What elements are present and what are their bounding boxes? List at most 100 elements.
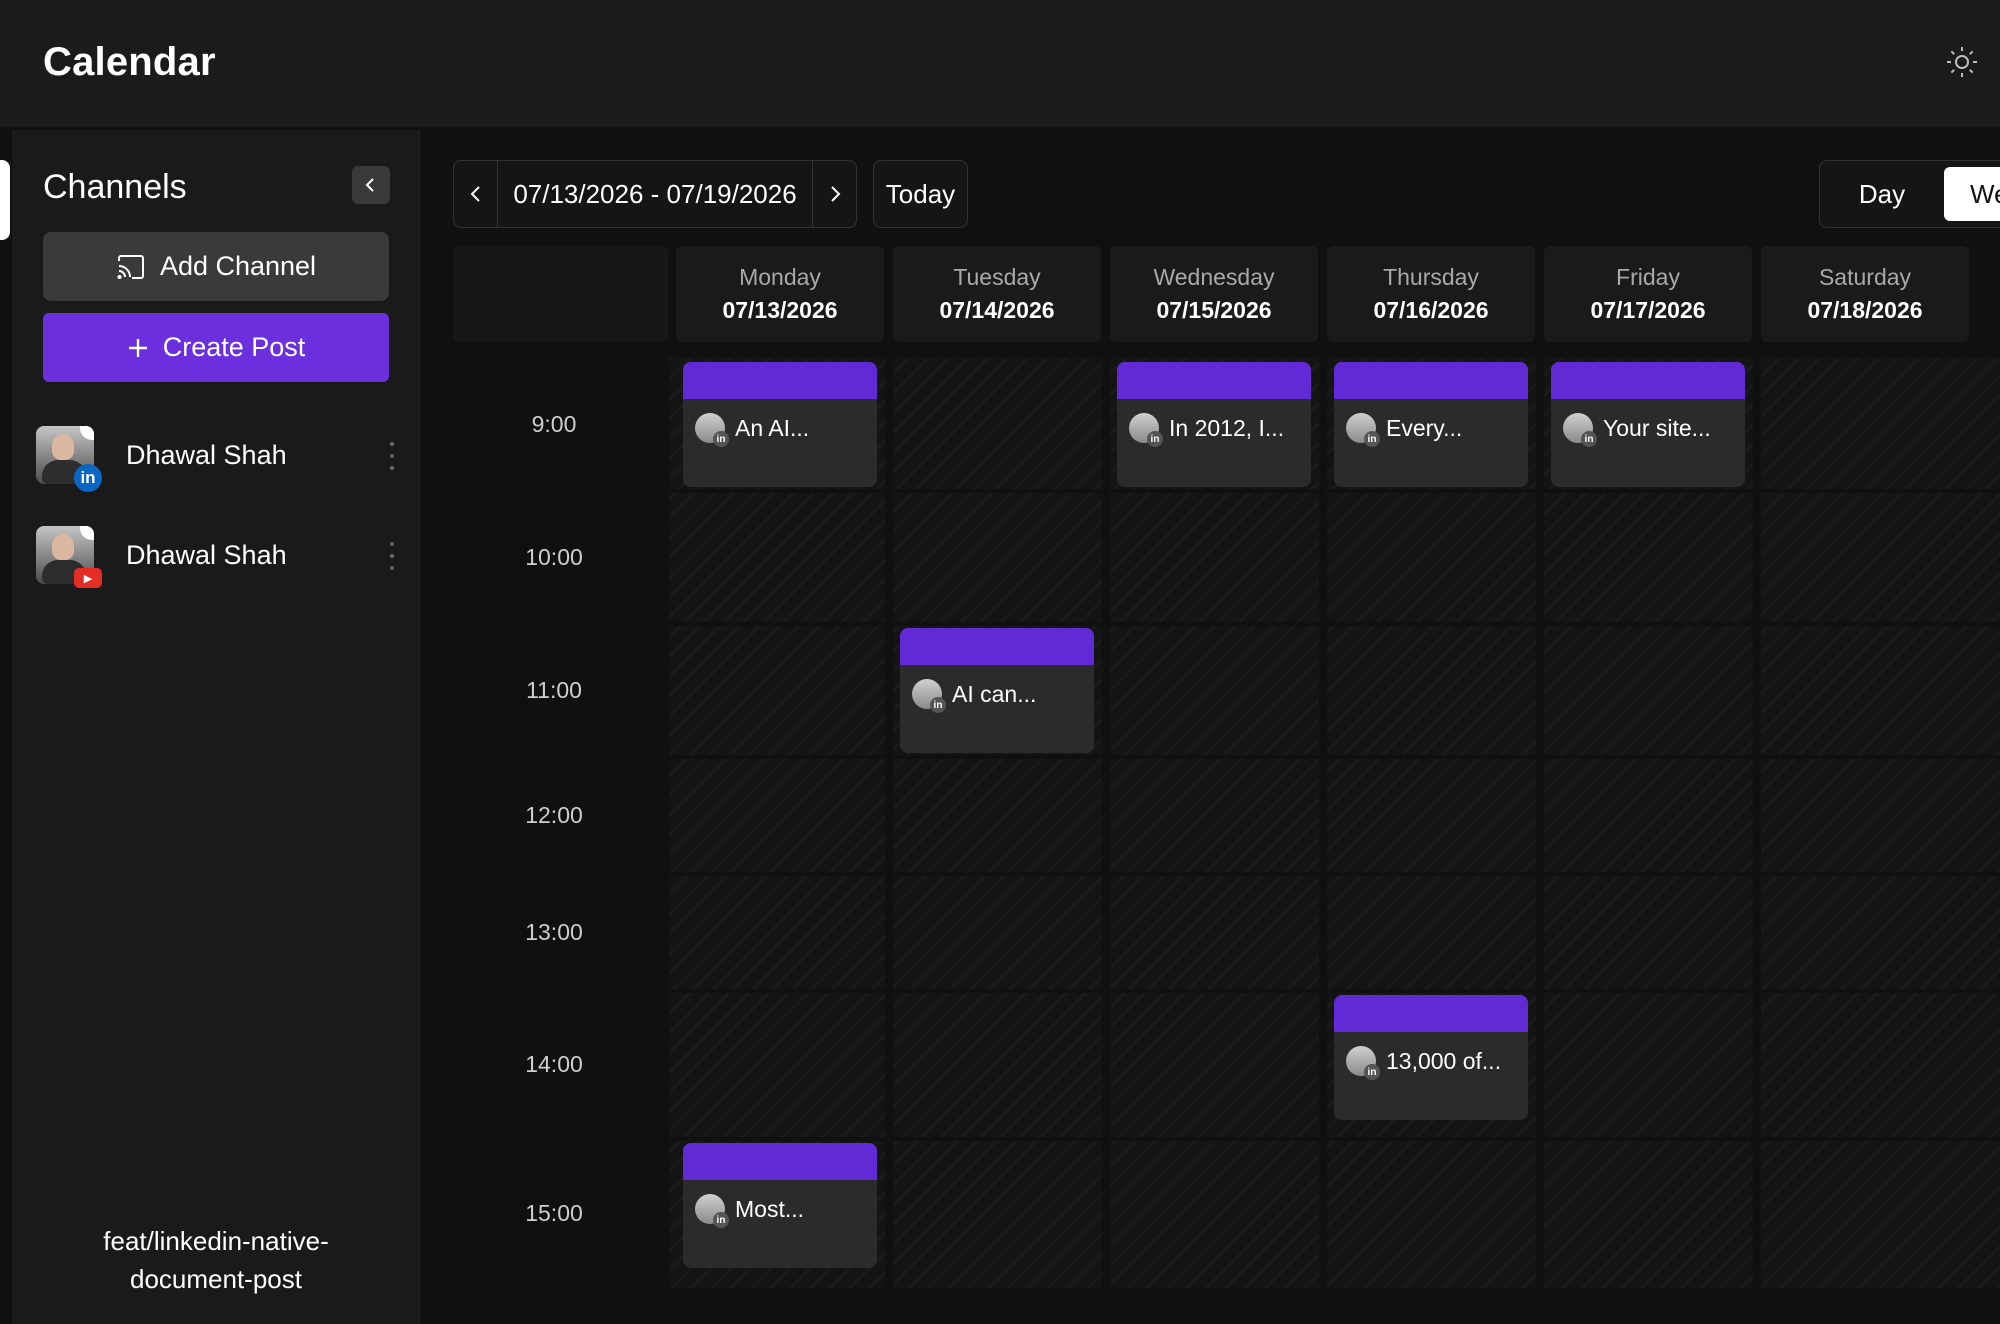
calendar-event[interactable]: in In 2012, I... [1117, 362, 1311, 487]
plus-icon [128, 338, 147, 357]
day-name: Tuesday [953, 264, 1041, 290]
theme-toggle-button[interactable] [1940, 40, 1984, 84]
chevron-left-icon [470, 186, 480, 202]
hour-label: 12:00 [525, 801, 583, 828]
add-channel-button[interactable]: Add Channel [43, 232, 389, 301]
calendar-app: Calendar Channels Add Channel Create Pos… [0, 0, 2000, 1324]
channel-item-youtube[interactable]: ▶ Dhawal Shah [36, 520, 402, 590]
avatar: in [1563, 413, 1597, 447]
calendar-event[interactable]: in Most... [683, 1143, 877, 1268]
top-header: Calendar [0, 0, 2000, 128]
page-title: Calendar [43, 40, 216, 84]
avatar: in [1346, 1046, 1380, 1080]
day-header-tuesday: Tuesday 07/14/2026 [893, 246, 1101, 342]
day-column-divider [1319, 358, 1327, 1288]
hour-row-divider [669, 872, 2000, 876]
event-color-bar [1117, 362, 1311, 399]
hour-label: 9:00 [531, 410, 577, 437]
today-button[interactable]: Today [873, 160, 968, 228]
previous-week-button[interactable] [454, 161, 498, 227]
channel-name: Dhawal Shah [126, 439, 287, 470]
day-date: 07/18/2026 [1807, 297, 1923, 323]
view-week-button[interactable]: Week [1944, 167, 2000, 221]
date-navigator: 07/13/2026 - 07/19/2026 [453, 160, 857, 228]
hour-row-divider [669, 1137, 2000, 1141]
linkedin-icon: in [74, 464, 102, 492]
calendar-event[interactable]: in Every... [1334, 362, 1528, 487]
day-column-divider [1536, 358, 1544, 1288]
channel-item-linkedin[interactable]: in Dhawal Shah [36, 420, 402, 492]
day-header-friday: Friday 07/17/2026 [1544, 246, 1752, 342]
hour-row-divider [669, 989, 2000, 993]
calendar-event[interactable]: in An AI... [683, 362, 877, 487]
hour-row-divider [669, 755, 2000, 759]
day-name: Thursday [1383, 264, 1479, 290]
event-title: Most... [735, 1195, 805, 1222]
avatar: in [695, 1194, 729, 1228]
avatar: in [1129, 413, 1163, 447]
day-name: Saturday [1818, 264, 1912, 290]
next-week-button[interactable] [812, 161, 856, 227]
day-header-monday: Monday 07/13/2026 [676, 246, 884, 342]
hour-label: 10:00 [525, 543, 583, 570]
branch-line-2: document-post [130, 1264, 302, 1294]
branch-line-1: feat/linkedin-native- [103, 1226, 329, 1256]
hour-label: 14:00 [525, 1051, 583, 1077]
event-title: 13,000 of... [1386, 1047, 1502, 1074]
sidebar-title: Channels [43, 168, 187, 206]
day-name: Wednesday [1153, 264, 1275, 290]
day-header-thursday: Thursday 07/16/2026 [1327, 246, 1535, 342]
left-edge-tab[interactable] [0, 160, 10, 240]
day-name: Friday [1616, 264, 1680, 290]
event-color-bar [683, 1143, 877, 1180]
event-body: in AI can... [900, 665, 1094, 713]
event-color-bar [1551, 362, 1745, 399]
channel-name: Dhawal Shah [126, 539, 287, 570]
avatar: ▶ [36, 526, 102, 588]
channel-more-button[interactable] [382, 442, 402, 470]
hour-label: 15:00 [525, 1199, 583, 1226]
week-calendar-grid: Monday 07/13/2026 Tuesday 07/14/2026 Wednesd… [453, 246, 2000, 1324]
avatar: in [695, 413, 729, 447]
linkedin-icon: in [930, 697, 946, 713]
day-column-divider [1102, 358, 1110, 1288]
linkedin-icon: in [713, 1212, 729, 1228]
avatar: in [36, 426, 102, 492]
day-date: 07/15/2026 [1156, 297, 1272, 323]
hour-row-divider [669, 489, 2000, 493]
linkedin-icon: in [1581, 431, 1597, 447]
day-date: 07/16/2026 [1373, 297, 1489, 323]
event-title: Every... [1386, 414, 1463, 441]
cast-icon [117, 254, 144, 279]
event-title: An AI... [735, 414, 810, 441]
event-color-bar [683, 362, 877, 399]
view-day-button[interactable]: Day [1820, 161, 1944, 227]
date-range-label: 07/13/2026 - 07/19/2026 [513, 178, 797, 209]
time-column-header [453, 246, 668, 342]
chevron-right-icon [830, 186, 840, 202]
event-color-bar [1334, 362, 1528, 399]
avatar: in [1346, 413, 1380, 447]
create-post-label: Create Post [162, 332, 306, 362]
day-column-divider [885, 358, 893, 1288]
collapse-sidebar-button[interactable] [352, 166, 390, 204]
event-color-bar [900, 628, 1094, 665]
calendar-event[interactable]: in Your site... [1551, 362, 1745, 487]
linkedin-icon: in [713, 431, 729, 447]
calendar-event[interactable]: in 13,000 of... [1334, 995, 1528, 1120]
day-date: 07/17/2026 [1590, 297, 1706, 323]
hour-row-divider [669, 622, 2000, 626]
event-body: in 13,000 of... [1334, 1032, 1528, 1080]
day-header-wednesday: Wednesday 07/15/2026 [1110, 246, 1318, 342]
event-title: AI can... [952, 680, 1037, 707]
event-body: in An AI... [683, 399, 877, 447]
hour-label: 13:00 [525, 918, 583, 945]
event-color-bar [1334, 995, 1528, 1032]
calendar-event[interactable]: in AI can... [900, 628, 1094, 753]
add-channel-label: Add Channel [159, 251, 317, 281]
day-column-divider [1753, 358, 1761, 1288]
channel-more-button[interactable] [382, 542, 402, 570]
create-post-button[interactable]: Create Post [43, 313, 389, 382]
sun-icon [1947, 47, 1977, 77]
event-title: Your site... [1603, 414, 1711, 441]
